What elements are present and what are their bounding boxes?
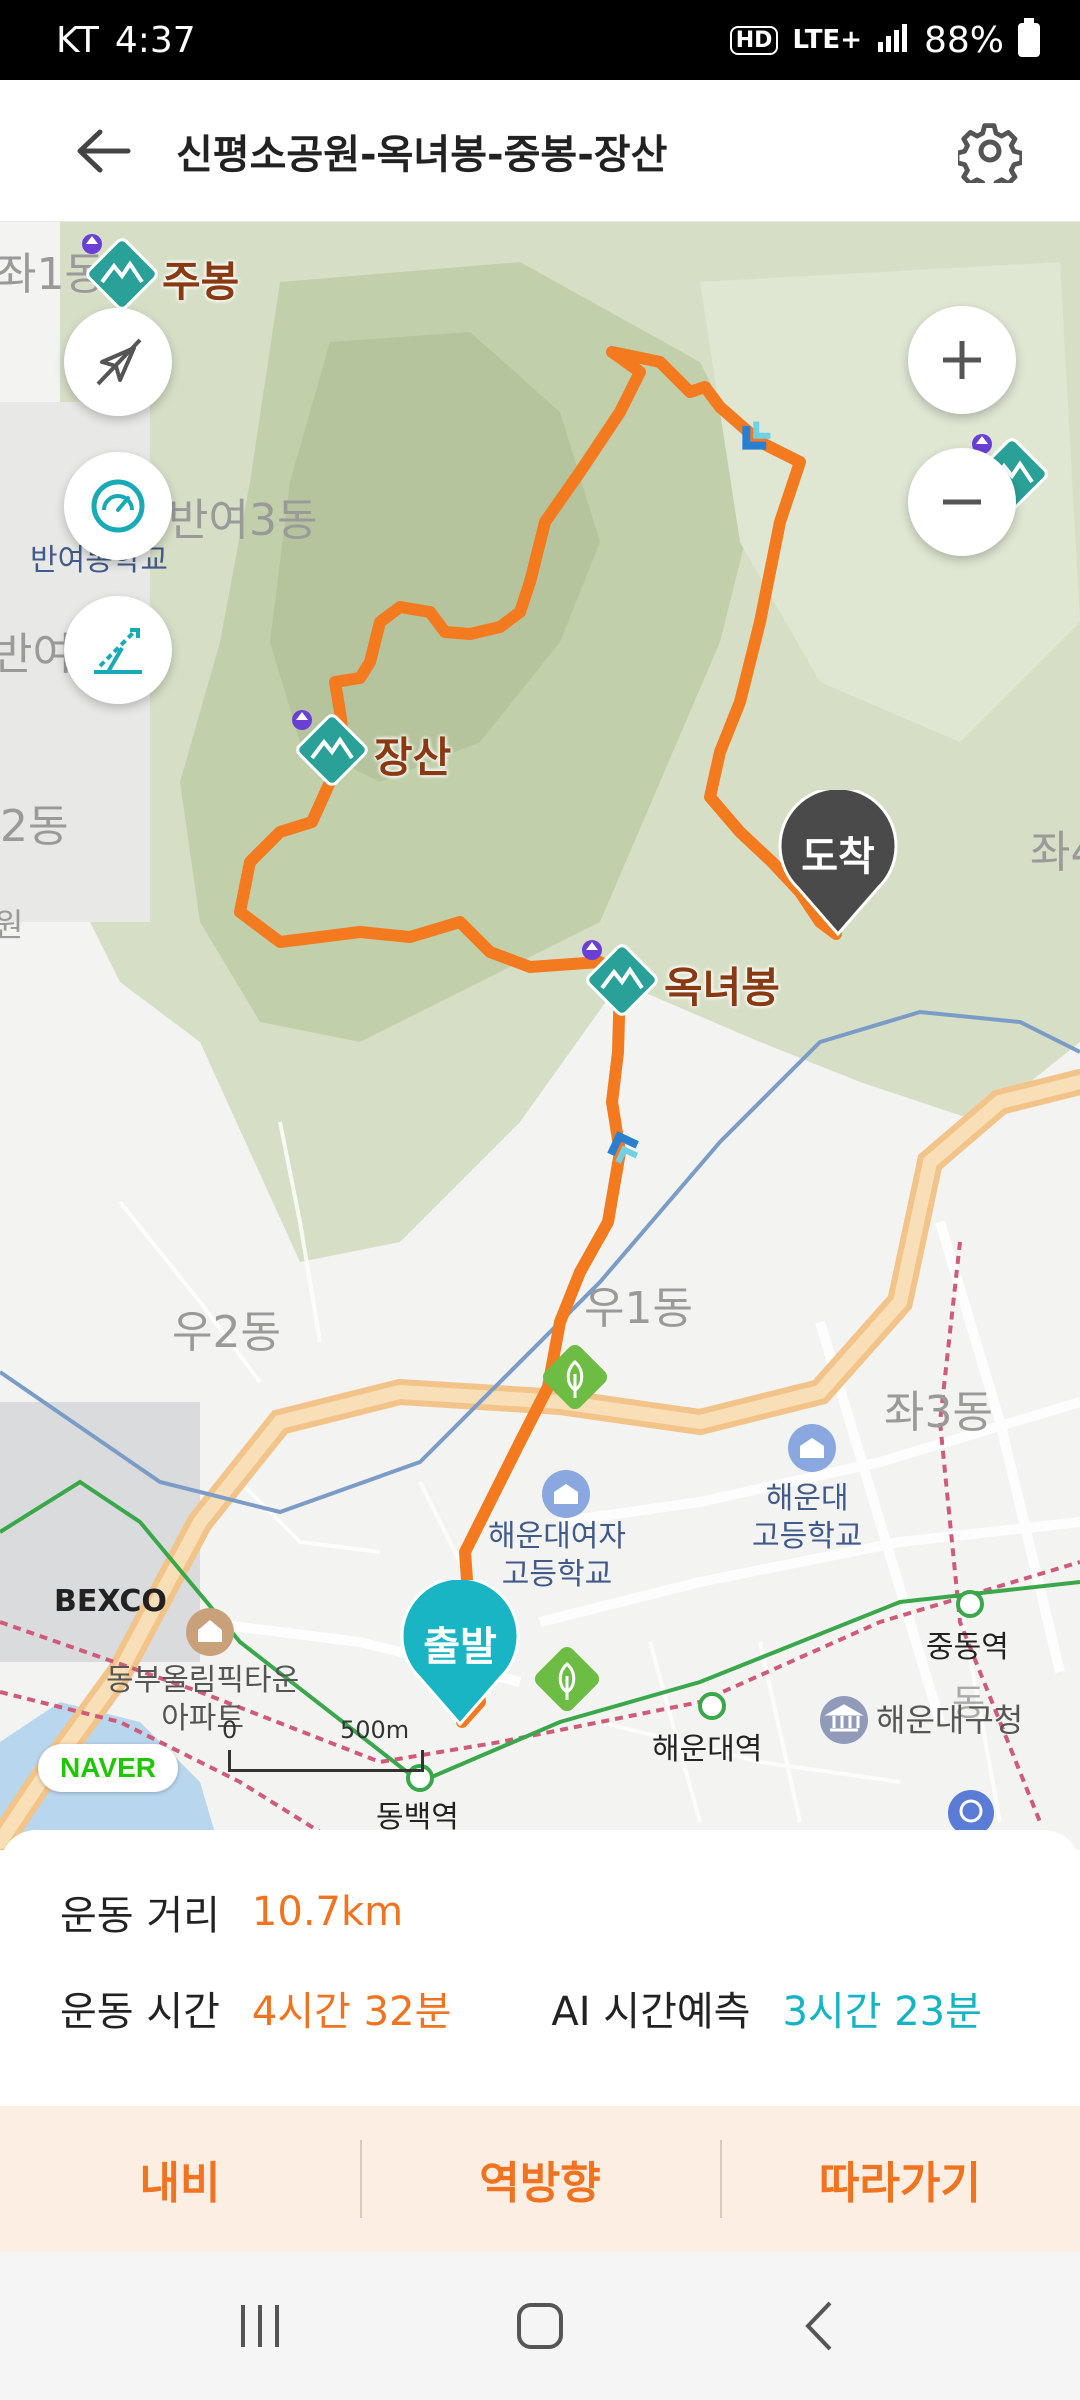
government-icon [818,1694,870,1750]
time-value: 4시간 32분 [251,1989,452,2035]
place-label: 우1동 [584,1283,693,1334]
ai-estimate-value: 3시간 23분 [782,1989,982,2035]
place-label: 우2동 [172,1307,281,1358]
peak-label: 주봉 [162,257,240,306]
location-off-icon [96,338,142,386]
system-back-button[interactable] [760,2276,880,2376]
elevation-icon [94,628,142,674]
school-icon [540,1468,592,1524]
station-label: 해운대역 [652,1732,763,1767]
time-label: 운동 시간 [60,1989,220,2035]
battery-icon [1018,18,1040,57]
route-info-panel: 운동 거리 10.7km 운동 시간 4시간 32분 AI 시간예측 3시간 2… [0,1830,1080,2106]
reverse-button[interactable]: 역방향 [360,2106,720,2252]
back-arrow-icon [77,129,131,172]
district-office-label: 해운대구청 [876,1701,1024,1739]
elevation-button[interactable] [64,596,172,704]
place-label: 좌4 [1030,827,1080,878]
minus-icon [943,499,981,505]
scale-distance-label: 500m [340,1716,410,1744]
system-nav-bar [0,2252,1080,2400]
scale-zero-label: 0 [222,1716,238,1744]
start-marker[interactable]: 출발 [398,1576,522,1734]
peak-marker-icon[interactable] [578,936,664,1026]
place-label: 원 [0,906,24,944]
settings-button[interactable] [940,101,1040,201]
follow-button[interactable]: 따라가기 [720,2106,1080,2252]
scale-bar [228,1750,424,1772]
place-label: 반여3동 [168,495,318,546]
home-icon [517,2303,563,2349]
place-label: 좌3동 [884,1387,993,1438]
school-icon [786,1422,838,1478]
peak-label: 옥녀봉 [664,963,780,1012]
gear-icon [958,122,1022,183]
recent-apps-button[interactable] [200,2276,320,2376]
naver-logo: NAVER [38,1744,178,1792]
battery-percent: 88% [923,19,1004,61]
end-marker-label: 도착 [801,834,875,880]
peak-marker-icon[interactable] [78,230,164,320]
peak-marker-icon[interactable] [288,706,374,796]
navigate-button[interactable]: 내비 [0,2106,360,2252]
plus-icon [943,341,981,379]
zoom-out-button[interactable] [908,448,1016,556]
status-bar: KT 4:37 HD LTE+ 88% [0,0,1080,80]
speedometer-icon [91,479,145,533]
apartment-label: 동부올림픽타운 아파트 [106,1663,300,1736]
location-toggle-button[interactable] [64,308,172,416]
distance-row: 운동 거리 10.7km [60,1886,1080,1939]
ai-estimate-label: AI 시간예측 [551,1989,751,2035]
clock: 4:37 [114,19,196,61]
station-label: 중동역 [926,1630,1009,1665]
distance-label: 운동 거리 [60,1893,220,1939]
carrier-label: KT [56,19,99,61]
app-header: 신평소공원-옥녀봉-중봉-장산 [0,80,1080,222]
place-label: 2동 [0,801,69,852]
action-bar: 내비 역방향 따라가기 [0,2106,1080,2252]
zoom-in-button[interactable] [908,306,1016,414]
time-row: 운동 시간 4시간 32분 AI 시간예측 3시간 23분 [60,1982,1080,2035]
back-button[interactable] [52,101,152,201]
page-title: 신평소공원-옥녀봉-중봉-장산 [176,131,668,178]
station-icon [956,1590,984,1618]
map-view[interactable]: 좌1동 반여3동 반여2 2동 원 우2동 우1동 좌3동 좌4 동 반여동학교… [0,222,1080,1850]
park-icon [530,1642,604,1720]
distance-value: 10.7km [251,1889,404,1935]
park-icon [538,1340,612,1418]
end-marker[interactable]: 도착 [776,786,900,944]
station-icon [698,1692,726,1720]
network-type: LTE+ [792,25,862,55]
speed-button[interactable] [64,452,172,560]
school-label: 해운대 고등학교 [752,1481,863,1554]
recent-apps-icon [241,2305,279,2347]
home-button[interactable] [480,2276,600,2376]
bexco-label: BEXCO [54,1584,167,1619]
chevron-left-icon [805,2301,832,2351]
signal-icon [876,20,910,61]
hd-voice-icon: HD [729,25,779,55]
peak-label: 장산 [374,733,452,782]
start-marker-label: 출발 [423,1624,497,1670]
apartment-icon [184,1606,236,1662]
